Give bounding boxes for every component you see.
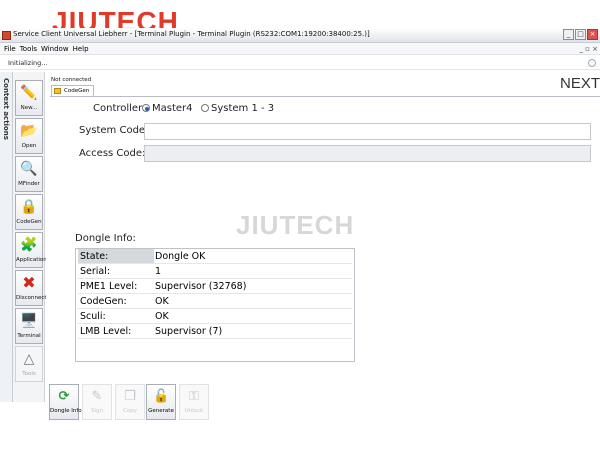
disconnect-icon: ✖: [22, 273, 36, 292]
terminal-icon: 🖥️: [20, 313, 38, 329]
application-icon: 🧩: [20, 237, 38, 253]
menu-help[interactable]: Help: [73, 43, 89, 54]
button-label: Copy: [123, 408, 137, 414]
radio-unselected-icon: [201, 104, 209, 112]
row-key: Serial:: [80, 266, 111, 277]
row-value: OK: [155, 296, 169, 307]
generate-icon: 🔓: [153, 389, 170, 404]
button-label: Generate: [148, 408, 174, 414]
row-value: 1: [155, 266, 162, 277]
sidebar-item-application[interactable]: 🧩 Application: [15, 232, 47, 268]
minimize-button[interactable]: _: [563, 29, 574, 40]
controller-option-system[interactable]: System 1 - 3: [201, 103, 274, 114]
sidebar-item-label: Terminal: [17, 333, 41, 339]
table-row[interactable]: CodeGen: OK: [76, 294, 354, 309]
sidebar-item-disconnect[interactable]: ✖ Disconnect: [15, 270, 47, 306]
row-value: Supervisor (32768): [155, 281, 247, 292]
access-code-input: [144, 145, 591, 162]
row-divider: [78, 338, 352, 339]
table-row[interactable]: LMB Level: Supervisor (7): [76, 324, 354, 339]
close-button[interactable]: ×: [587, 29, 598, 40]
sidebar-item-label: Application: [16, 257, 47, 263]
app-icon: [2, 31, 11, 40]
row-key: CodeGen:: [80, 296, 127, 307]
mfinder-icon: 🔍: [20, 161, 38, 177]
context-actions-tab[interactable]: Context actions: [0, 72, 13, 402]
sidebar-item-label: Tools: [22, 371, 36, 377]
sidebar-item-label: New...: [20, 105, 38, 111]
system-code-input[interactable]: [144, 123, 591, 140]
tab-label: CodeGen: [64, 88, 90, 94]
sign-button: ✎ Sign: [82, 384, 112, 420]
unlock-button: ⚿ Unlock: [179, 384, 209, 420]
main-panel: Not connected CodeGen NEXT Controller: M…: [46, 72, 600, 427]
system-code-label: System Code:: [79, 125, 149, 136]
watermark-center: JIUTECH: [236, 210, 355, 240]
sidebar-item-mfinder[interactable]: 🔍 MFinder: [15, 156, 43, 192]
table-row[interactable]: PME1 Level: Supervisor (32768): [76, 279, 354, 294]
table-row[interactable]: Serial: 1: [76, 264, 354, 279]
tab-divider: [50, 96, 600, 97]
row-value: Dongle OK: [155, 251, 206, 262]
maximize-button[interactable]: □: [575, 29, 586, 40]
menu-window[interactable]: Window: [41, 43, 69, 54]
mdi-window-controls[interactable]: _ ▫ ×: [579, 43, 598, 55]
new-wizard-icon: ✏️: [20, 85, 38, 101]
sidebar-item-terminal[interactable]: 🖥️ Terminal: [15, 308, 43, 344]
row-key: State:: [78, 249, 154, 264]
menu-bar: File Tools Window Help _ ▫ ×: [0, 43, 600, 55]
unlock-icon: ⚿: [189, 389, 199, 404]
copy-icon: ❐: [124, 389, 136, 404]
button-label: Unlock: [184, 408, 204, 414]
sidebar-item-label: Open: [21, 143, 37, 149]
sidebar-item-codegen[interactable]: 🔒 CodeGen: [15, 194, 43, 230]
radio-selected-icon: [142, 104, 150, 112]
sidebar-item-label: Disconnect: [16, 295, 47, 301]
status-line: Initializing...: [0, 56, 600, 70]
row-key: PME1 Level:: [80, 281, 138, 292]
sign-icon: ✎: [91, 389, 103, 404]
app-window: JIUTECH Service Client Universal Liebher…: [0, 0, 600, 450]
open-folder-icon: 📂: [20, 123, 38, 139]
busy-indicator-icon: [588, 59, 596, 67]
dongle-info-table: State: Dongle OK Serial: 1 PME1 Level: S…: [75, 248, 355, 362]
next-button[interactable]: NEXT: [556, 74, 600, 94]
title-bar: Service Client Universal Liebherr - [Ter…: [0, 28, 600, 43]
sidebar-item-open[interactable]: 📂 Open: [15, 118, 43, 154]
row-value: Supervisor (7): [155, 326, 223, 337]
codegen-tab-icon: [54, 88, 61, 94]
tools-icon: △: [23, 351, 35, 367]
button-label: Dongle Info: [50, 408, 82, 414]
controller-label: Controller:: [93, 103, 146, 114]
bottom-toolbar: ⟳ Dongle Info ✎ Sign ❐ Copy 🔓 Generate ⚿…: [46, 380, 600, 422]
menu-tools[interactable]: Tools: [20, 43, 37, 54]
row-key: Sculi:: [80, 311, 106, 322]
window-title: Service Client Universal Liebherr - [Ter…: [13, 30, 370, 38]
table-row[interactable]: State: Dongle OK: [76, 249, 354, 264]
connection-status: Not connected: [51, 77, 92, 83]
tab-codegen[interactable]: CodeGen: [51, 85, 95, 96]
table-row[interactable]: Sculi: OK: [76, 309, 354, 324]
copy-button: ❐ Copy: [115, 384, 145, 420]
sidebar: ✏️ New... 📂 Open 🔍 MFinder 🔒 CodeGen 🧩 A…: [13, 72, 47, 402]
row-value: OK: [155, 311, 169, 322]
sidebar-item-label: CodeGen: [16, 219, 42, 225]
lock-icon: 🔒: [20, 199, 38, 215]
status-text: Initializing...: [8, 59, 48, 67]
context-actions-label: Context actions: [2, 78, 10, 140]
generate-button[interactable]: 🔓 Generate: [146, 384, 176, 420]
refresh-icon: ⟳: [58, 389, 70, 404]
sidebar-item-tools[interactable]: △ Tools: [15, 346, 43, 382]
controller-option-master4[interactable]: Master4: [142, 103, 193, 114]
dongle-info-button[interactable]: ⟳ Dongle Info: [49, 384, 82, 420]
dongle-info-title: Dongle Info:: [75, 233, 136, 244]
access-code-label: Access Code:: [79, 148, 146, 159]
sidebar-item-label: MFinder: [18, 181, 40, 187]
row-key: LMB Level:: [80, 326, 132, 337]
button-label: Sign: [91, 408, 103, 414]
sidebar-item-new[interactable]: ✏️ New...: [15, 80, 43, 116]
menu-file[interactable]: File: [4, 43, 16, 54]
window-controls: _ □ ×: [563, 29, 598, 40]
